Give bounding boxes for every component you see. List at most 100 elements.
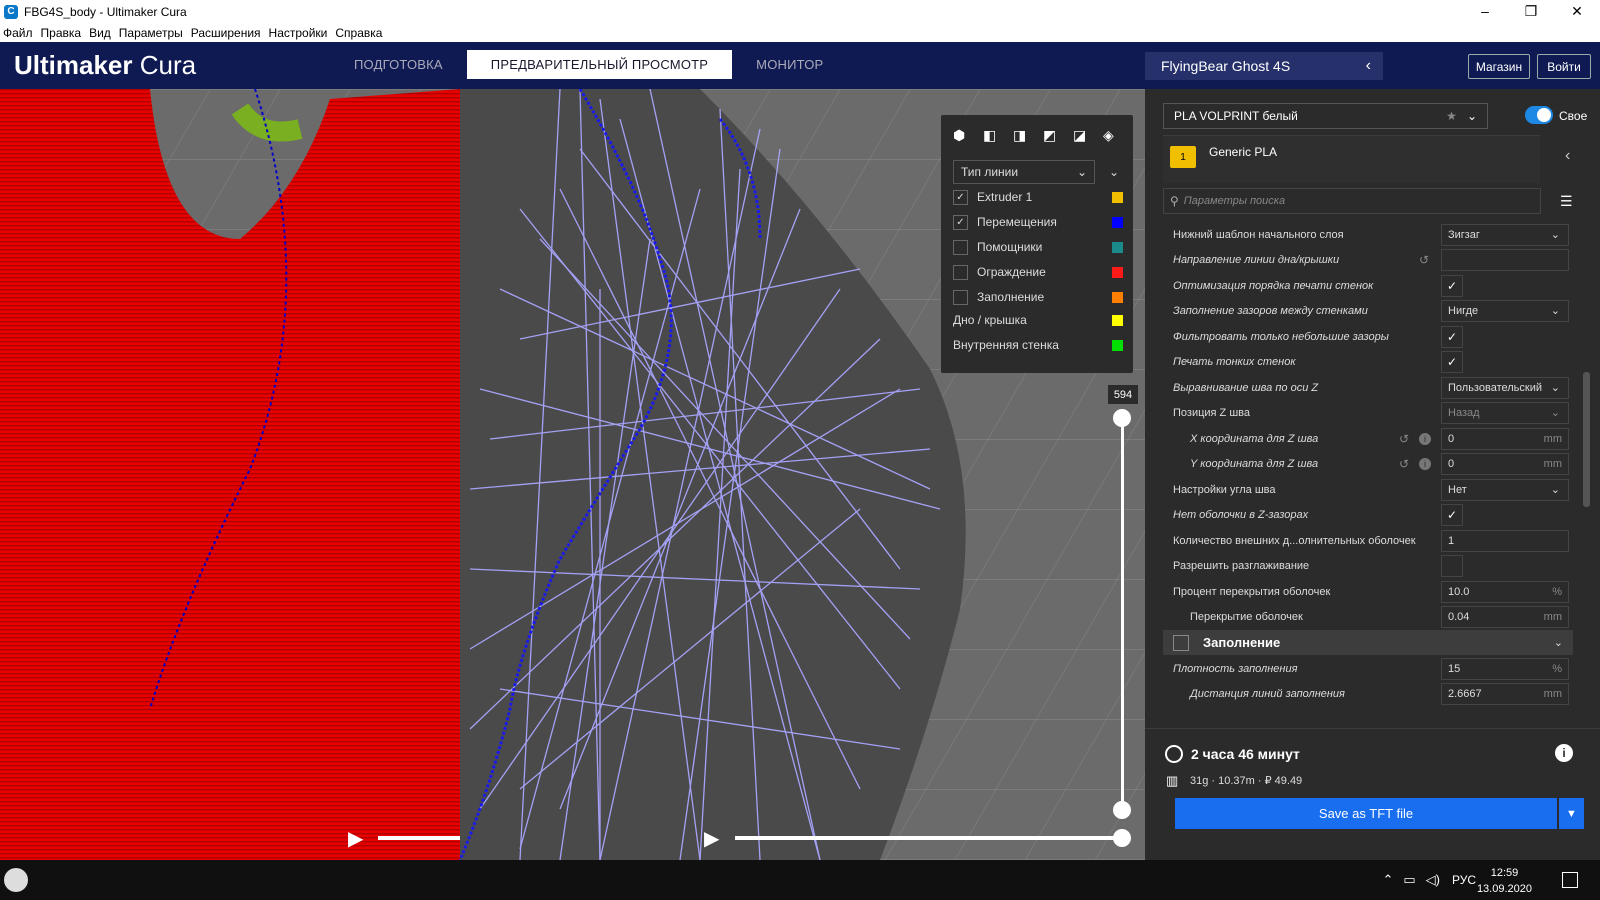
material-selector[interactable]: PLA VOLPRINT белый ★ ⌄ [1163, 103, 1488, 129]
setting-label: Плотность заполнения [1173, 662, 1298, 675]
checkbox[interactable] [953, 264, 968, 280]
setting-checkbox[interactable]: ✓ [1441, 350, 1463, 373]
color-scheme-dropdown[interactable]: Тип линии ⌄ [953, 160, 1095, 184]
chevron-up-icon[interactable]: ⌃ [1382, 872, 1393, 888]
tab-prepare[interactable]: ПОДГОТОВКА [330, 50, 467, 79]
chevron-down-icon: ⌄ [1550, 484, 1560, 496]
setting-dropdown[interactable]: Назад ⌄ [1441, 401, 1569, 424]
menu-settings[interactable]: Параметры [119, 26, 183, 40]
setting-checkbox[interactable] [1441, 554, 1463, 577]
setting-dropdown[interactable]: Зигзаг ⌄ [1441, 223, 1569, 246]
setting-checkbox[interactable]: ✓ [1441, 503, 1463, 526]
info-icon[interactable]: i [1555, 744, 1573, 762]
chevron-down-icon[interactable]: ▼ [1559, 798, 1584, 829]
menu-file[interactable]: Файл [3, 26, 33, 40]
start-icon[interactable] [4, 868, 28, 892]
custom-mode-toggle[interactable] [1525, 106, 1553, 124]
setting-row: Позиция Z шва Назад ⌄ [1163, 400, 1573, 425]
chevron-left-icon[interactable]: ‹ [1565, 147, 1570, 165]
legend-item-shell[interactable]: Ограждение [953, 262, 1123, 282]
save-tft-button[interactable]: Save as TFT file [1175, 798, 1557, 829]
star-icon[interactable]: ★ [1446, 109, 1457, 123]
setting-unit: mm [1543, 432, 1562, 445]
setting-number-field[interactable]: 1 [1441, 529, 1569, 552]
legend-item-helpers[interactable]: Помощники [953, 237, 1123, 257]
menu-help[interactable]: Справка [335, 26, 382, 40]
setting-row: Настройки угла шва Нет ⌄ [1163, 477, 1573, 502]
setting-number-field[interactable]: 0.04 mm [1441, 605, 1569, 628]
reset-icon[interactable]: ↺ [1399, 432, 1409, 446]
setting-dropdown[interactable]: Нет ⌄ [1441, 478, 1569, 501]
top-view-icon[interactable]: ◨ [1013, 127, 1029, 143]
path-slider-track[interactable] [378, 836, 460, 840]
setting-row: Количество внешних д...олнительных оболо… [1163, 528, 1573, 553]
chevron-down-icon[interactable]: ⌄ [1109, 165, 1119, 179]
setting-row: Фильтровать только небольшие зазоры ✓ [1163, 324, 1573, 349]
window-titlebar: C FBG4S_body - Ultimaker Cura – ❐ ✕ [0, 0, 1600, 23]
setting-dropdown[interactable]: Пользовательский ⌄ [1441, 376, 1569, 399]
checkbox[interactable] [953, 289, 968, 305]
close-button[interactable]: ✕ [1554, 3, 1600, 20]
section-infill-header[interactable]: Заполнение ⌄ [1163, 630, 1573, 655]
maximize-button[interactable]: ❐ [1508, 3, 1554, 20]
menu-preferences[interactable]: Настройки [269, 26, 328, 40]
settings-search-input[interactable]: ⚲ Параметры поиска [1163, 188, 1541, 214]
setting-number-field[interactable]: 0 mm [1441, 427, 1569, 450]
setting-checkbox[interactable]: ✓ [1441, 325, 1463, 348]
legend-item-infill[interactable]: Заполнение [953, 287, 1123, 307]
play-icon[interactable]: ▶ [704, 826, 719, 851]
network-icon[interactable]: ▭ [1403, 872, 1415, 888]
setting-row: Плотность заполнения 15% [1163, 656, 1573, 681]
legend-item-extruder[interactable]: ✓ Extruder 1 [953, 187, 1123, 207]
tab-preview[interactable]: ПРЕДВАРИТЕЛЬНЫЙ ПРОСМОТР [466, 50, 733, 79]
marketplace-button[interactable]: Магазин [1468, 54, 1530, 79]
path-slider-track[interactable] [735, 836, 1121, 840]
checkbox[interactable]: ✓ [953, 189, 968, 205]
menu-view[interactable]: Вид [89, 26, 111, 40]
legend-label: Ограждение [977, 265, 1046, 279]
setting-number-field[interactable]: 10.0% [1441, 580, 1569, 603]
front-view-icon[interactable]: ◧ [983, 127, 999, 143]
layer-slider-bottom-handle[interactable] [1113, 801, 1131, 819]
language-indicator[interactable]: РУС [1452, 873, 1476, 887]
infill-icon [1173, 634, 1189, 651]
setting-unit: mm [1543, 610, 1562, 623]
setting-value: Назад [1448, 406, 1480, 419]
3d-view-icon[interactable]: ⬢ [953, 127, 969, 143]
reset-icon[interactable]: ↺ [1419, 253, 1429, 267]
settings-scrollbar[interactable] [1583, 372, 1590, 507]
info-icon[interactable]: i [1419, 457, 1431, 470]
setting-number-field[interactable]: 0 mm [1441, 452, 1569, 475]
hamburger-menu-icon[interactable]: ☰ [1560, 193, 1573, 210]
setting-number-field[interactable]: 2.6667 mm [1441, 682, 1569, 705]
minimize-button[interactable]: – [1462, 3, 1508, 20]
right-view-icon[interactable]: ◪ [1073, 127, 1089, 143]
swatch [1112, 339, 1123, 351]
info-icon[interactable]: i [1419, 432, 1431, 445]
menu-extensions[interactable]: Расширения [191, 26, 261, 40]
checkbox[interactable] [953, 239, 968, 255]
checkbox[interactable]: ✓ [953, 214, 968, 230]
setting-dropdown[interactable]: Нигде ⌄ [1441, 299, 1569, 322]
extruder-tab[interactable]: 1 Generic PLA [1163, 135, 1540, 183]
path-slider-handle[interactable] [1113, 829, 1131, 847]
reset-icon[interactable]: ↺ [1399, 457, 1409, 471]
setting-checkbox[interactable]: ✓ [1441, 274, 1463, 297]
taskbar-clock[interactable]: 12:59 13.09.2020 [1477, 865, 1532, 897]
chevron-down-icon: ⌄ [1550, 229, 1560, 241]
notification-icon[interactable] [1562, 872, 1578, 888]
setting-number-field[interactable]: 15% [1441, 657, 1569, 680]
tab-monitor[interactable]: МОНИТОР [732, 50, 847, 79]
menu-edit[interactable]: Правка [41, 26, 82, 40]
layer-slider-top-handle[interactable] [1113, 409, 1131, 427]
legend-item-travels[interactable]: ✓ Перемещения [953, 212, 1123, 232]
left-view-icon[interactable]: ◩ [1043, 127, 1059, 143]
signin-button[interactable]: Войти [1537, 54, 1591, 79]
printer-selector[interactable]: FlyingBear Ghost 4S ‹ [1145, 52, 1383, 80]
setting-text-field[interactable] [1441, 248, 1569, 271]
volume-icon[interactable]: ◁) [1426, 872, 1440, 888]
play-icon[interactable]: ▶ [348, 826, 363, 851]
xray-view-icon[interactable]: ◈ [1103, 127, 1119, 143]
layer-slider-track[interactable] [1121, 418, 1124, 808]
layer-number-label: 594 [1108, 385, 1138, 404]
